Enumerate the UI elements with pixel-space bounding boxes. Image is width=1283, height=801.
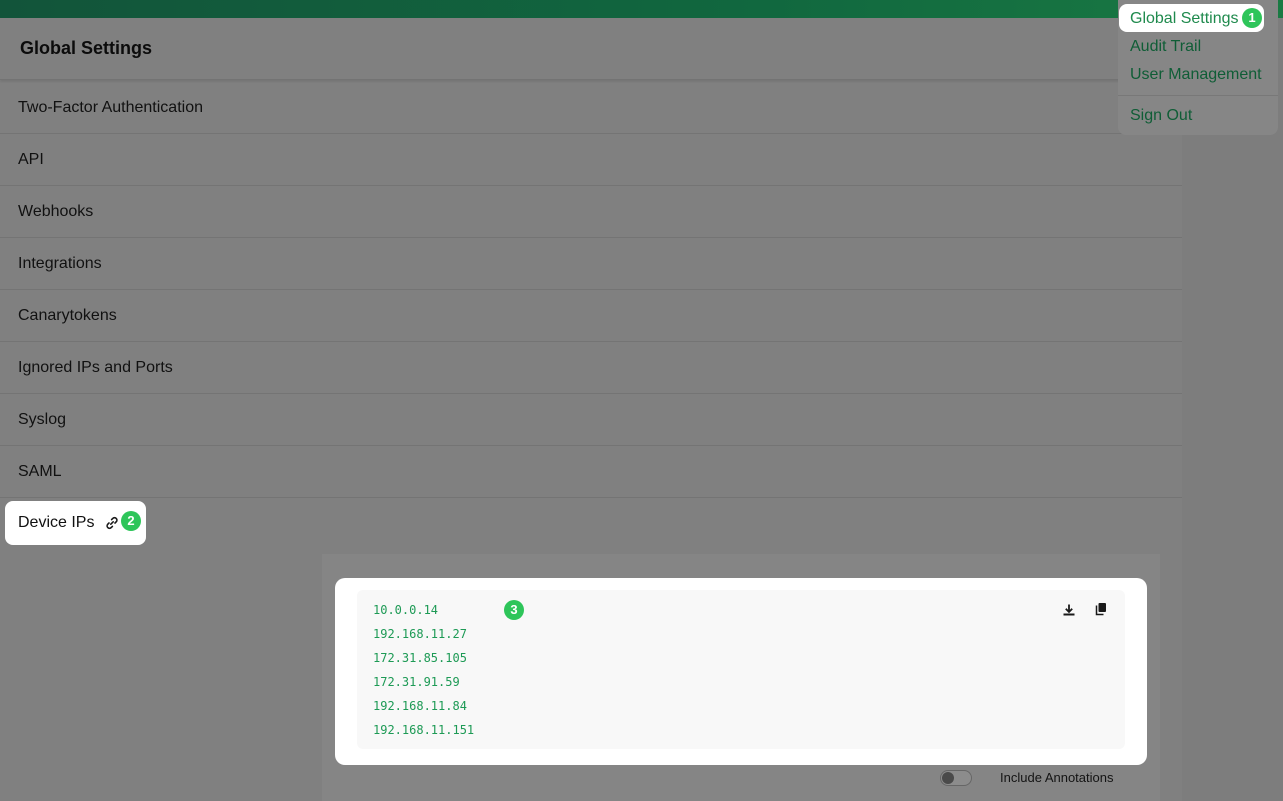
toggle-knob bbox=[942, 772, 954, 784]
step-badge-1: 1 bbox=[1242, 8, 1262, 28]
ip-address: 172.31.85.105 bbox=[373, 651, 467, 665]
link-icon[interactable] bbox=[104, 515, 120, 531]
settings-row-canarytokens[interactable]: Canarytokens bbox=[0, 290, 1182, 342]
ip-address: 192.168.11.151 bbox=[373, 723, 475, 737]
step-badge-3: 3 bbox=[504, 600, 524, 620]
settings-row-label: SAML bbox=[18, 463, 62, 480]
settings-row-integrations[interactable]: Integrations bbox=[0, 238, 1182, 290]
device-ips-label: Device IPs bbox=[18, 514, 95, 531]
settings-row-api[interactable]: API bbox=[0, 134, 1182, 186]
device-ips-card: 10.0.0.14 192.168.11.27 172.31.85.105 17… bbox=[335, 578, 1147, 765]
step-badge-2: 2 bbox=[121, 511, 141, 531]
settings-row-label: Integrations bbox=[18, 255, 102, 272]
settings-row-ignored-ips[interactable]: Ignored IPs and Ports bbox=[0, 342, 1182, 394]
page-title: Global Settings bbox=[20, 38, 153, 58]
ip-address: 172.31.91.59 bbox=[373, 675, 460, 689]
settings-row-saml[interactable]: SAML bbox=[0, 446, 1182, 498]
include-annotations-label: Include Annotations bbox=[1000, 770, 1114, 785]
settings-row-label: Syslog bbox=[18, 411, 67, 428]
settings-row-label: Canarytokens bbox=[18, 307, 117, 324]
top-navigation-bar bbox=[0, 0, 1283, 18]
menu-item-sign-out[interactable]: Sign Out bbox=[1130, 106, 1192, 126]
settings-row-label: Ignored IPs and Ports bbox=[18, 359, 173, 376]
settings-row-syslog[interactable]: Syslog bbox=[0, 394, 1182, 446]
page-header bbox=[0, 18, 1182, 80]
menu-item-user-management[interactable]: User Management bbox=[1130, 65, 1262, 85]
ip-address: 192.168.11.27 bbox=[373, 627, 467, 641]
ip-address: 10.0.0.14 bbox=[373, 603, 439, 617]
menu-item-label: Global Settings bbox=[1130, 10, 1239, 27]
download-icon[interactable] bbox=[1062, 603, 1076, 617]
settings-row-webhooks[interactable]: Webhooks bbox=[0, 186, 1182, 238]
settings-row-two-factor[interactable]: Two-Factor Authentication bbox=[0, 82, 1182, 134]
copy-icon[interactable] bbox=[1094, 602, 1108, 616]
menu-divider bbox=[1118, 95, 1278, 96]
ip-list-box: 10.0.0.14 192.168.11.27 172.31.85.105 17… bbox=[357, 590, 1125, 749]
settings-row-label: Webhooks bbox=[18, 203, 94, 220]
include-annotations-toggle[interactable] bbox=[940, 770, 972, 786]
ip-address: 192.168.11.84 bbox=[373, 699, 467, 713]
settings-row-label: Two-Factor Authentication bbox=[18, 99, 203, 116]
settings-row-label: API bbox=[18, 151, 44, 168]
settings-list: Two-Factor Authentication API Webhooks I… bbox=[0, 82, 1182, 498]
menu-item-audit-trail[interactable]: Audit Trail bbox=[1130, 37, 1201, 57]
